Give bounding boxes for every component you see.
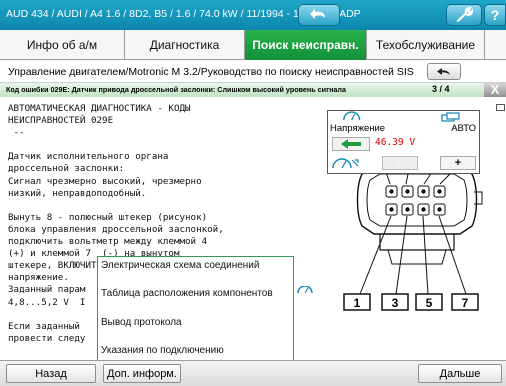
undo-arrow-icon	[310, 9, 325, 19]
path-back-button[interactable]	[427, 63, 461, 80]
bottom-toolbar: Назад Доп. информ. Дальше	[0, 360, 506, 386]
help-button[interactable]: ?	[484, 4, 506, 26]
tab-maintenance[interactable]: Техобслуживание	[367, 30, 485, 60]
next-button[interactable]: Дальше	[418, 364, 502, 383]
error-code-bar: Код ошибки 029E: Датчик привода дроссель…	[0, 83, 506, 97]
tab-diagnostics[interactable]: Диагностика	[125, 30, 245, 60]
menu-item-component-layout[interactable]: Таблица расположения компонентов	[101, 288, 273, 299]
tools-button[interactable]	[446, 4, 482, 26]
pin-label: 1	[354, 296, 361, 310]
pin-label: 7	[462, 296, 469, 310]
side-scroll-handle[interactable]	[496, 104, 505, 111]
back-arrow-icon	[437, 67, 450, 75]
wrench-icon	[456, 7, 473, 23]
menu-item-print-protocol[interactable]: Вывод протокола	[101, 317, 182, 328]
page-indicator: 3 / 4	[432, 84, 450, 94]
document-path: Управление двигателем/Motronic M 3.2/Рук…	[8, 66, 414, 78]
pin-label: 5	[426, 296, 433, 310]
window-toggle-icon[interactable]	[441, 112, 461, 122]
decrease-button[interactable]: -	[382, 156, 418, 170]
gauge-settings-icon[interactable]	[331, 156, 361, 170]
header-back-button[interactable]	[298, 4, 340, 26]
tab-vehicle-info[interactable]: Инфо об а/м	[0, 30, 125, 60]
main-tabs: Инфо об а/м Диагностика Поиск неисправн.…	[0, 30, 506, 60]
more-info-button[interactable]: Доп. информ.	[103, 364, 181, 383]
document-path-bar: Управление двигателем/Motronic M 3.2/Рук…	[0, 61, 506, 83]
measurement-mode: Напряжение	[330, 123, 386, 134]
menu-item-connection-notes[interactable]: Указания по подключению	[101, 345, 224, 356]
close-button[interactable]: X	[484, 83, 506, 97]
pin-label: 3	[392, 296, 399, 310]
top-header-bar: AUD 434 / AUDI / A4 1.6 / 8D2, B5 / 1.6 …	[0, 0, 506, 30]
context-menu: Электрическая схема соединений Таблица р…	[97, 256, 294, 362]
voltage-reading: 46.39 V	[375, 137, 416, 148]
tab-troubleshooting[interactable]: Поиск неисправн.	[245, 30, 367, 60]
green-arrow-left-icon	[341, 139, 361, 149]
back-button[interactable]: Назад	[6, 364, 96, 383]
error-code-title: Код ошибки 029E: Датчик привода дроссель…	[6, 85, 346, 94]
menu-item-wiring-diagram[interactable]: Электрическая схема соединений	[101, 260, 259, 271]
auto-range-label[interactable]: АВТО	[451, 123, 476, 134]
meter-link-icon[interactable]	[296, 286, 314, 294]
increase-button[interactable]: +	[440, 156, 476, 170]
meter-back-button[interactable]	[332, 137, 370, 151]
